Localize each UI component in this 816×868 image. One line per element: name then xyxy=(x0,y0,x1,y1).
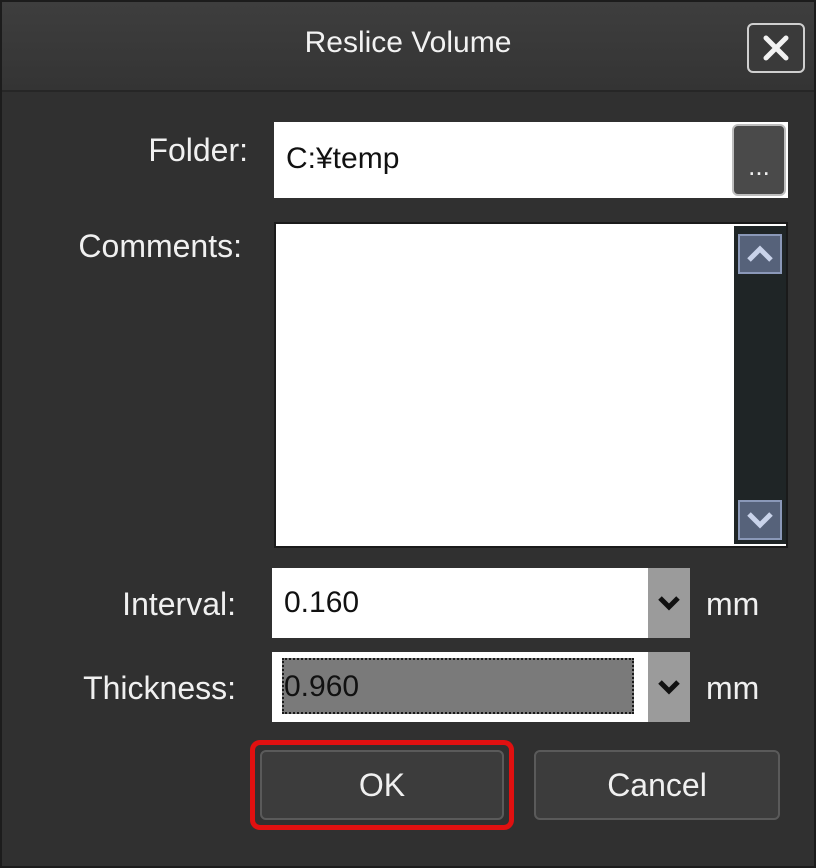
comments-label: Comments: xyxy=(78,228,242,264)
comments-textarea[interactable] xyxy=(274,222,788,548)
close-button[interactable] xyxy=(747,23,805,73)
scroll-up-button[interactable] xyxy=(738,234,782,274)
interval-unit: mm xyxy=(706,586,760,622)
thickness-combobox[interactable]: 0.960 xyxy=(272,652,690,722)
folder-field[interactable]: C:¥temp xyxy=(274,122,788,198)
interval-value: 0.160 xyxy=(284,586,360,619)
cancel-button[interactable]: Cancel xyxy=(534,750,780,820)
thickness-dropdown-button[interactable] xyxy=(648,652,690,722)
folder-value: C:¥temp xyxy=(286,142,400,175)
reslice-volume-dialog: Reslice Volume Folder: C:¥temp ... Comme… xyxy=(0,0,816,868)
scroll-down-button[interactable] xyxy=(738,500,782,540)
ok-button-highlight xyxy=(250,740,514,830)
title-bar[interactable]: Reslice Volume xyxy=(2,2,814,92)
thickness-unit: mm xyxy=(706,670,760,706)
dialog-title: Reslice Volume xyxy=(304,26,512,59)
browse-button-label: ... xyxy=(748,151,770,181)
interval-combobox[interactable]: 0.160 xyxy=(272,568,690,638)
interval-label: Interval: xyxy=(122,586,236,622)
comments-scrollbar[interactable] xyxy=(734,226,786,544)
folder-label: Folder: xyxy=(148,132,248,168)
thickness-value: 0.960 xyxy=(284,670,360,703)
thickness-label: Thickness: xyxy=(83,670,236,706)
chevron-down-icon xyxy=(747,512,773,529)
chevron-up-icon xyxy=(747,245,773,262)
chevron-down-icon xyxy=(658,680,680,695)
browse-folder-button[interactable]: ... xyxy=(732,124,786,196)
chevron-down-icon xyxy=(658,596,680,611)
close-icon xyxy=(763,35,789,61)
interval-dropdown-button[interactable] xyxy=(648,568,690,638)
